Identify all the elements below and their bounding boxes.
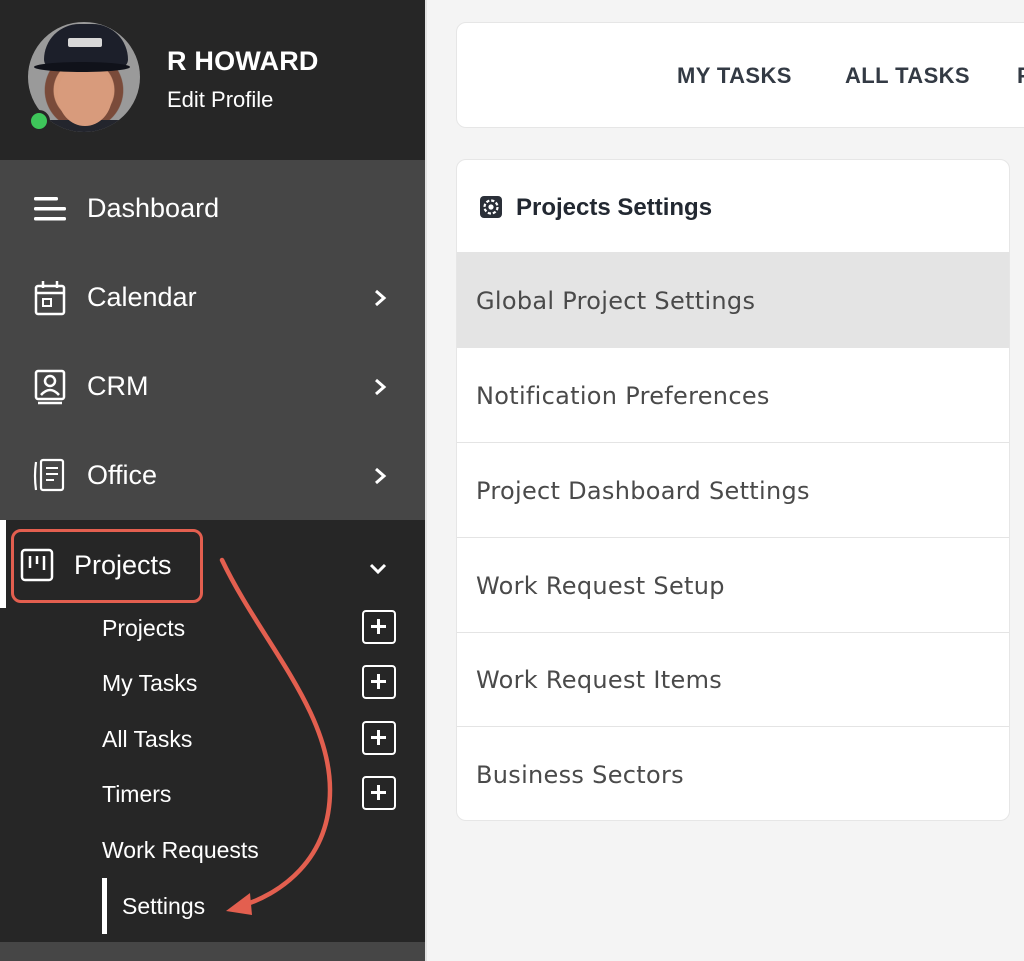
online-status-icon — [28, 110, 50, 132]
top-tab-bar: MY TASKS ALL TASKS P — [456, 22, 1024, 128]
add-my-task-icon[interactable] — [362, 665, 396, 699]
sidebar-item-label: Projects — [74, 550, 172, 580]
sidebar-item-label: CRM — [87, 371, 149, 401]
sidebar-subitem-label: My Tasks — [102, 670, 198, 696]
menu-lines-icon — [32, 191, 68, 227]
settings-row-label: Project Dashboard Settings — [476, 477, 810, 505]
add-task-icon[interactable] — [362, 721, 396, 755]
settings-row-global-project-settings[interactable]: Global Project Settings — [457, 253, 1009, 348]
chevron-right-icon[interactable] — [368, 286, 392, 310]
settings-row-business-sectors[interactable]: Business Sectors — [457, 727, 1009, 820]
chevron-down-icon[interactable] — [368, 552, 392, 576]
sidebar-subitem-my-tasks[interactable]: My Tasks — [0, 658, 425, 708]
sidebar-item-calendar[interactable]: Calendar — [0, 253, 425, 342]
settings-row-work-request-setup[interactable]: Work Request Setup — [457, 538, 1009, 633]
tab-projects[interactable]: P — [1017, 63, 1024, 89]
sidebar-item-dashboard[interactable]: Dashboard — [0, 164, 425, 253]
settings-row-label: Work Request Items — [476, 666, 723, 694]
settings-row-label: Notification Preferences — [476, 382, 770, 410]
main-content: MY TASKS ALL TASKS P Projects Settings G… — [427, 0, 1024, 961]
chevron-right-icon[interactable] — [368, 464, 392, 488]
tab-all-tasks[interactable]: ALL TASKS — [845, 63, 970, 89]
profile-section: R HOWARD Edit Profile — [0, 0, 425, 160]
sidebar-item-crm[interactable]: CRM — [0, 342, 425, 431]
sidebar-item-projects[interactable]: Projects — [0, 520, 425, 608]
sidebar-subitem-label: Settings — [122, 893, 206, 919]
settings-row-label: Work Request Setup — [476, 572, 725, 600]
sidebar-subitem-projects[interactable]: Projects — [0, 603, 425, 653]
sidebar-subitem-work-requests[interactable]: Work Requests — [0, 825, 425, 875]
settings-row-project-dashboard-settings[interactable]: Project Dashboard Settings — [457, 443, 1009, 538]
tab-my-tasks[interactable]: MY TASKS — [677, 63, 792, 89]
settings-row-notification-preferences[interactable]: Notification Preferences — [457, 348, 1009, 443]
gear-icon — [479, 195, 503, 219]
add-timer-icon[interactable] — [362, 776, 396, 810]
sidebar-subitem-label: Timers — [102, 781, 172, 807]
sidebar-item-office[interactable]: Office — [0, 431, 425, 520]
kanban-board-icon — [20, 548, 54, 582]
main-nav: Dashboard Calendar CRM Office — [0, 160, 425, 520]
projects-settings-card: Projects Settings Global Project Setting… — [456, 159, 1010, 821]
sidebar-subitem-label: Work Requests — [102, 837, 259, 863]
sidebar-subitem-timers[interactable]: Timers — [0, 769, 425, 819]
chevron-right-icon[interactable] — [368, 375, 392, 399]
card-header: Projects Settings — [457, 160, 1009, 253]
edit-profile-link[interactable]: Edit Profile — [167, 87, 273, 113]
calendar-icon — [32, 280, 68, 316]
card-title: Projects Settings — [516, 194, 713, 221]
sidebar-item-label: Office — [87, 460, 158, 490]
sidebar-subitem-label: All Tasks — [102, 726, 193, 752]
sidebar-item-label: Dashboard — [87, 193, 220, 223]
settings-row-label: Business Sectors — [476, 761, 684, 789]
office-document-icon — [32, 458, 68, 494]
sidebar-item-label: Calendar — [87, 282, 197, 312]
sidebar: R HOWARD Edit Profile Dashboard Calendar… — [0, 0, 427, 961]
sidebar-subitem-all-tasks[interactable]: All Tasks — [0, 714, 425, 764]
settings-row-work-request-items[interactable]: Work Request Items — [457, 632, 1009, 727]
profile-name: R HOWARD — [167, 46, 319, 76]
contact-card-icon — [32, 369, 68, 405]
settings-row-label: Global Project Settings — [476, 287, 756, 315]
sidebar-subitem-label: Projects — [102, 615, 186, 641]
sidebar-subitem-settings[interactable]: Settings — [0, 881, 425, 931]
add-project-icon[interactable] — [362, 610, 396, 644]
sidebar-footer — [0, 942, 425, 961]
